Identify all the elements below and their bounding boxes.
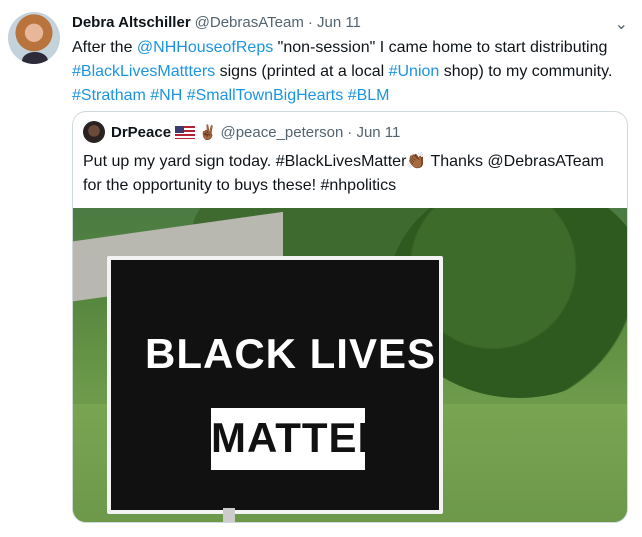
tweet-text: After the @NHHouseofReps "non-session" I… (72, 39, 613, 104)
quoted-text: Put up my yard sign today. #BlackLivesMa… (83, 153, 604, 194)
sign-text-line1: BLACK LIVES (145, 330, 437, 377)
sign-stake (223, 508, 235, 522)
avatar[interactable] (8, 12, 60, 64)
hashtag-link[interactable]: #NH (150, 87, 182, 104)
quoted-header: DrPeace ✌🏾 @peace_peterson · Jun 11 (111, 124, 400, 141)
tweet[interactable]: Debra Altschiller @DebrasATeam · Jun 11 … (0, 0, 642, 537)
quoted-author-name[interactable]: DrPeace (111, 124, 171, 141)
mention-link[interactable]: @NHHouseofReps (137, 39, 273, 56)
author-name[interactable]: Debra Altschiller (72, 14, 191, 31)
tweet-time[interactable]: · Jun 11 (308, 14, 361, 31)
quoted-tweet[interactable]: DrPeace ✌🏾 @peace_peterson · Jun 11 Put … (72, 111, 628, 523)
tweet-header: Debra Altschiller @DebrasATeam · Jun 11 (72, 14, 361, 31)
hashtag-link[interactable]: #Stratham (72, 87, 146, 104)
sign-text-line2: MATTER (211, 414, 389, 461)
tweet-photo[interactable]: BLACK LIVES MATTER (73, 208, 627, 522)
us-flag-icon (175, 126, 196, 139)
author-handle[interactable]: @DebrasATeam (195, 14, 304, 31)
hashtag-link[interactable]: #Union (389, 63, 440, 80)
peace-hand-icon: ✌🏾 (199, 124, 217, 140)
sign-text-box: MATTER (211, 408, 389, 470)
clapping-hands-icon: 👏🏾 (406, 153, 427, 170)
quoted-time[interactable]: · Jun 11 (347, 124, 400, 141)
hashtag-link[interactable]: #BlackLivesMattters (72, 63, 215, 80)
hashtag-link[interactable]: #SmallTownBigHearts (187, 87, 344, 104)
quoted-avatar[interactable] (83, 121, 105, 143)
yard-sign: BLACK LIVES MATTER (107, 256, 443, 514)
quoted-handle[interactable]: @peace_peterson (220, 124, 343, 141)
hashtag-link[interactable]: #BLM (348, 87, 390, 104)
chevron-down-icon[interactable]: ⌄ (615, 14, 628, 34)
